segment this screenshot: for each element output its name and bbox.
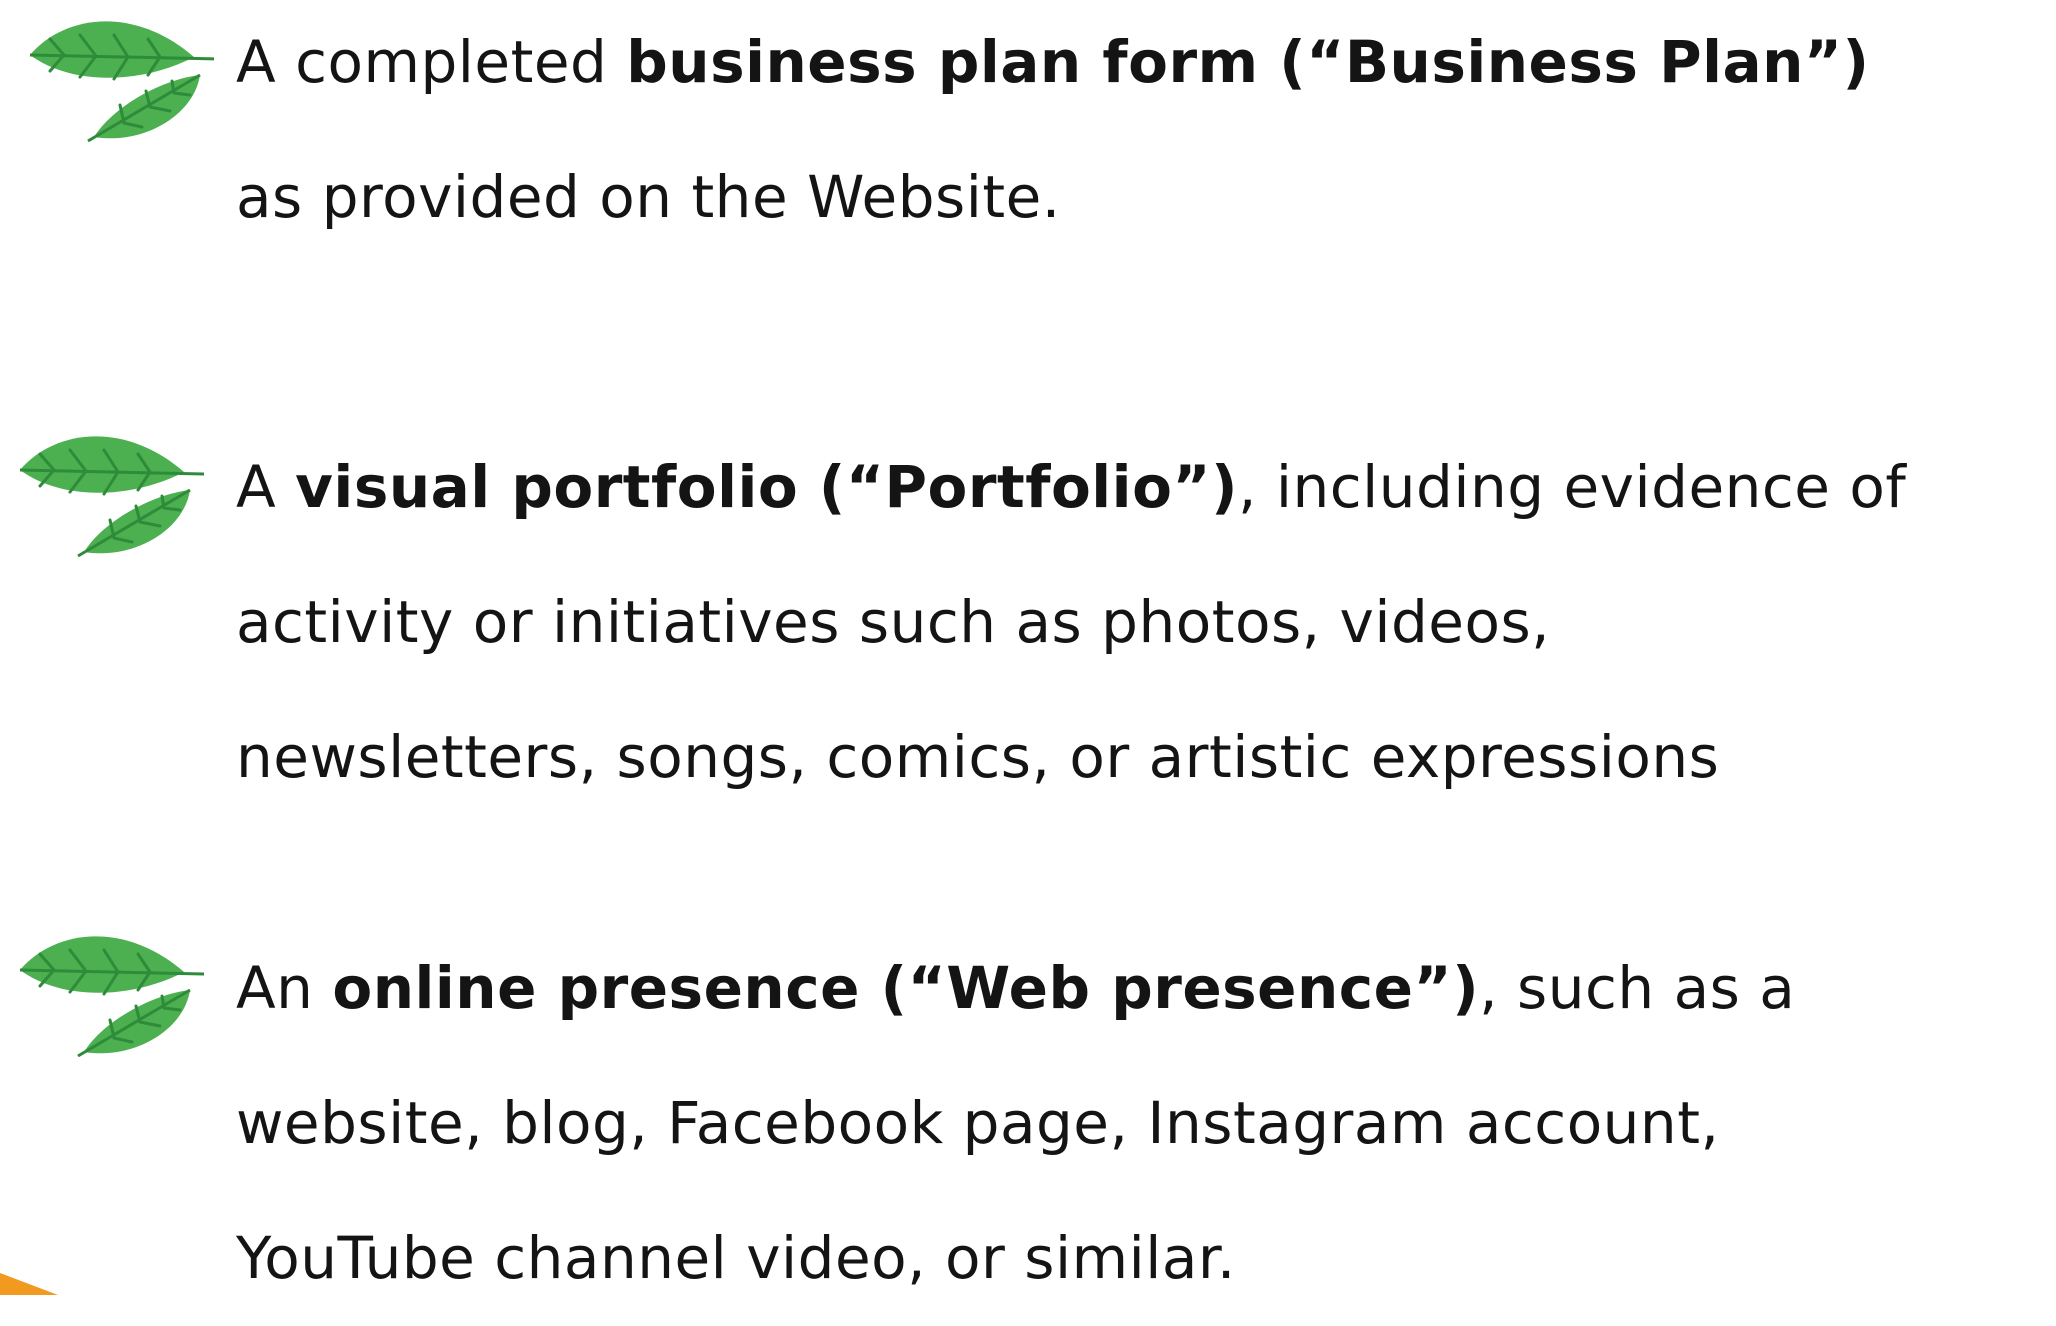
line-text: newsletters, songs, comics, or artistic …	[236, 723, 1720, 791]
leaf-icon	[19, 436, 204, 558]
line-text: A completed	[236, 28, 627, 96]
line-text: An	[236, 954, 333, 1022]
bold-term: visual portfolio (“Portfolio”)	[295, 453, 1239, 521]
line-text: , such as a	[1479, 954, 1796, 1022]
leaf-icon	[29, 21, 214, 143]
requirement-text: A completed business plan form (“Busines…	[236, 0, 2036, 265]
requirement-text: A visual portfolio (“Portfolio”), includ…	[236, 420, 2036, 825]
text-line: website, blog, Facebook page, Instagram …	[236, 1056, 2036, 1191]
line-text: website, blog, Facebook page, Instagram …	[236, 1089, 1720, 1157]
line-text: A	[236, 453, 296, 521]
text-line: as provided on the Website.	[236, 130, 2036, 265]
text-line: An online presence (“Web presence”), suc…	[236, 921, 2036, 1056]
line-text: as provided on the Website.	[236, 163, 1061, 231]
text-line: newsletters, songs, comics, or artistic …	[236, 690, 2036, 825]
text-line: YouTube channel video, or similar.	[236, 1191, 2036, 1326]
leaf-icon	[19, 936, 204, 1058]
text-line: activity or initiatives such as photos, …	[236, 555, 2036, 690]
requirement-text: An online presence (“Web presence”), suc…	[236, 921, 2036, 1326]
bold-term: online presence (“Web presence”)	[332, 954, 1480, 1022]
line-text: , including evidence of	[1238, 453, 1907, 521]
text-line: A visual portfolio (“Portfolio”), includ…	[236, 420, 2036, 555]
bold-term: business plan form (“Business Plan”)	[626, 28, 1870, 96]
line-text: activity or initiatives such as photos, …	[236, 588, 1551, 656]
text-line: A completed business plan form (“Busines…	[236, 0, 2036, 130]
line-text: YouTube channel video, or similar.	[236, 1224, 1236, 1292]
orange-corner-decoration	[0, 1273, 58, 1295]
